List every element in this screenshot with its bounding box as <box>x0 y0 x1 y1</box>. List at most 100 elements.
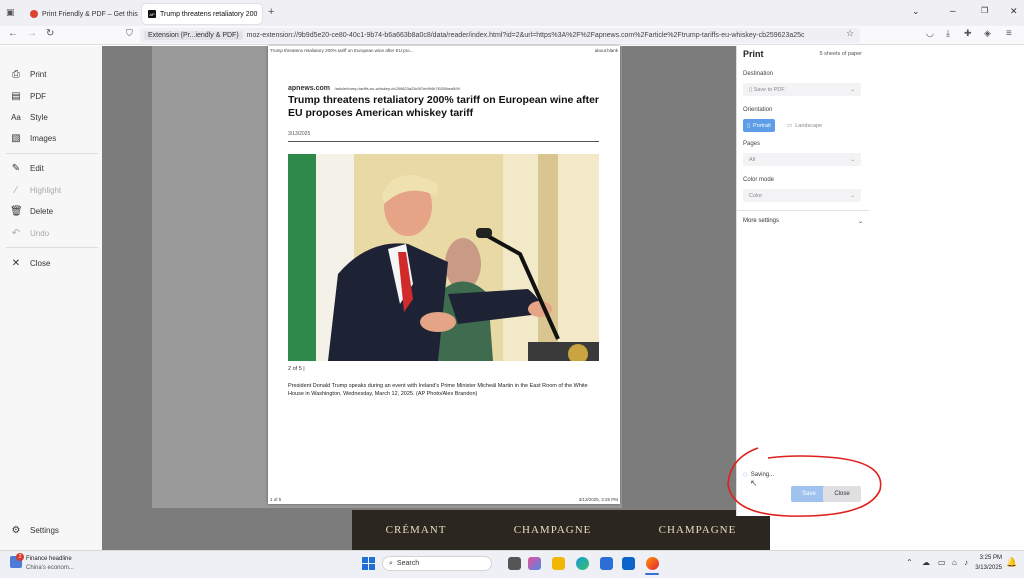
download-icon[interactable]: ⤓ <box>946 28 950 39</box>
more-settings-toggle[interactable]: More settings ⌄ <box>743 218 863 228</box>
strip-label: CRÉMANT <box>385 524 447 536</box>
url-text[interactable]: moz-extension://9b9d5e20-ce80-40c1-9b74-… <box>247 32 805 39</box>
color-mode-label: Color mode <box>743 177 775 183</box>
active-app-indicator <box>645 573 659 575</box>
network-icon[interactable]: ⌂ <box>952 558 957 567</box>
tab-list-chevron-icon[interactable]: ⌄ <box>912 6 920 17</box>
windows-start-icon[interactable] <box>362 557 375 570</box>
red-annotation-circle <box>727 447 882 517</box>
sidebar-item-print[interactable]: ⎙ Print <box>10 66 46 82</box>
sidebar-item-undo[interactable]: ↶ Undo <box>10 225 49 241</box>
photo-counter: 2 of 5 | <box>288 366 305 372</box>
extension-identity-pill[interactable]: Extension (Pr...iendly & PDF) <box>144 31 243 40</box>
page-header-url: about:blank <box>594 48 618 53</box>
new-tab-button[interactable]: + <box>268 6 274 18</box>
taskbar-search-box[interactable]: ⌕ Search <box>382 556 492 571</box>
image-icon: ▧ <box>11 132 21 144</box>
tab-close-icon[interactable]: ✕ <box>261 10 262 19</box>
highlight-icon: ⁄ <box>15 184 17 196</box>
undo-icon: ↶ <box>11 227 21 239</box>
article-headline: Trump threatens retaliatory 200% tariff … <box>288 94 599 119</box>
tray-cloud-icon[interactable]: ☁ <box>922 558 930 567</box>
url-bar[interactable]: Extension (Pr...iendly & PDF) moz-extens… <box>140 28 860 43</box>
strip-label: CHAMPAGNE <box>658 524 737 536</box>
article-date: 3/13/2025 <box>288 131 311 137</box>
article-photo <box>288 154 599 361</box>
article-path: /article/trump-tariffs-eu-whiskey-cb2596… <box>334 86 460 91</box>
sidebar-item-highlight[interactable]: ⁄ Highlight <box>10 182 61 198</box>
photo-illustration <box>288 154 599 361</box>
clock-time[interactable]: 3:25 PM <box>972 555 1002 561</box>
shield-icon[interactable]: ⛉ <box>126 28 133 39</box>
headline-rule <box>288 141 599 142</box>
sidebar-item-pdf[interactable]: ▤ PDF <box>10 88 46 104</box>
tray-display-icon[interactable]: ▭ <box>938 558 946 567</box>
page-footer-timestamp: 3/13/2025, 3:25 PM <box>578 497 618 502</box>
sidebar-item-label: Edit <box>30 163 44 173</box>
pocket-icon[interactable]: ◡ <box>926 28 934 39</box>
tab-overview-icon[interactable]: ▣ <box>6 7 15 18</box>
printer-icon: ⎙ <box>12 68 20 80</box>
close-icon: ✕ <box>11 257 21 269</box>
portrait-button[interactable]: ▯ Portrait <box>743 119 775 132</box>
tray-chevron-up-icon[interactable]: ⌃ <box>906 558 913 567</box>
destination-value: Save to PDF <box>753 86 785 93</box>
portrait-icon: ▯ <box>747 122 751 129</box>
sidebar-item-delete[interactable]: 🗑 Delete <box>10 203 53 219</box>
store-icon[interactable] <box>600 557 613 570</box>
extensions-icon[interactable]: ✚ <box>964 28 972 39</box>
tab-title: Trump threatens retaliatory 200 <box>160 10 258 18</box>
sidebar-item-label: PDF <box>30 91 46 101</box>
outlook-icon[interactable] <box>622 557 635 570</box>
search-icon: ⌕ <box>389 559 393 567</box>
minimize-button[interactable]: – <box>950 6 956 17</box>
task-view-icon[interactable] <box>508 557 521 570</box>
portrait-label: Portrait <box>753 122 771 129</box>
landscape-button[interactable]: ▭ Landscape <box>783 119 826 132</box>
restore-button[interactable]: ❐ <box>981 6 988 15</box>
sidebar-item-close[interactable]: ✕ Close <box>10 255 51 271</box>
tab-ap-news[interactable]: AP Trump threatens retaliatory 200 ✕ <box>142 4 262 24</box>
sidebar-item-label: Undo <box>30 228 50 238</box>
notification-bell-icon[interactable]: 🔔 <box>1006 557 1017 568</box>
landscape-label: Landscape <box>795 122 823 129</box>
news-subtext[interactable]: China's econom... <box>26 565 74 571</box>
sidebar-settings[interactable]: ⚙ Settings <box>10 522 59 538</box>
firefox-icon[interactable] <box>646 557 659 570</box>
background-article-image-strip: CRÉMANT CHAMPAGNE CHAMPAGNE <box>352 510 770 550</box>
sidebar-item-style[interactable]: Aa Style <box>10 109 48 125</box>
pages-select[interactable]: All ⌄ <box>743 153 861 166</box>
edge-icon[interactable] <box>576 557 589 570</box>
bookmark-star-icon[interactable]: ☆ <box>846 28 854 39</box>
sidebar-item-label: Images <box>30 133 57 143</box>
search-placeholder: Search <box>396 560 420 567</box>
sidebar-item-label: Delete <box>30 206 54 216</box>
app-menu-icon[interactable]: ≡ <box>1006 28 1012 39</box>
news-headline[interactable]: Finance headline <box>26 556 72 562</box>
tab-print-friendly[interactable]: Print Friendly & PDF – Get this ✕ <box>24 4 139 24</box>
sidebar-item-label: Print <box>30 69 47 79</box>
page-footer-number: 1 of 5 <box>270 497 282 502</box>
copilot-icon[interactable] <box>528 557 541 570</box>
chevron-down-icon: ⌄ <box>850 192 855 199</box>
forward-arrow-icon[interactable]: → <box>27 28 37 39</box>
reload-icon[interactable]: ↻ <box>46 28 54 39</box>
back-arrow-icon[interactable]: ← <box>8 28 18 39</box>
destination-select[interactable]: ▯ Save to PDF ⌄ <box>743 83 861 96</box>
account-shield-icon[interactable]: ◈ <box>984 28 991 39</box>
sidebar-item-label: Settings <box>30 525 59 535</box>
print-panel-title: Print <box>743 49 764 59</box>
sidebar-item-edit[interactable]: ✎ Edit <box>10 160 44 176</box>
pdf-icon: ▤ <box>11 90 21 102</box>
tab-title: Print Friendly & PDF – Get this <box>42 10 138 18</box>
file-explorer-icon[interactable] <box>552 557 565 570</box>
sidebar-item-images[interactable]: ▧ Images <box>10 130 56 146</box>
color-mode-select[interactable]: Color ⌄ <box>743 189 861 202</box>
sidebar-item-label: Highlight <box>30 185 62 195</box>
strip-label: CHAMPAGNE <box>513 524 592 536</box>
window-close-button[interactable]: ✕ <box>1010 6 1018 17</box>
panel-divider <box>737 210 869 211</box>
trash-icon: 🗑 <box>10 205 23 217</box>
clock-date[interactable]: 3/13/2025 <box>966 565 1002 571</box>
gear-icon: ⚙ <box>11 524 21 536</box>
